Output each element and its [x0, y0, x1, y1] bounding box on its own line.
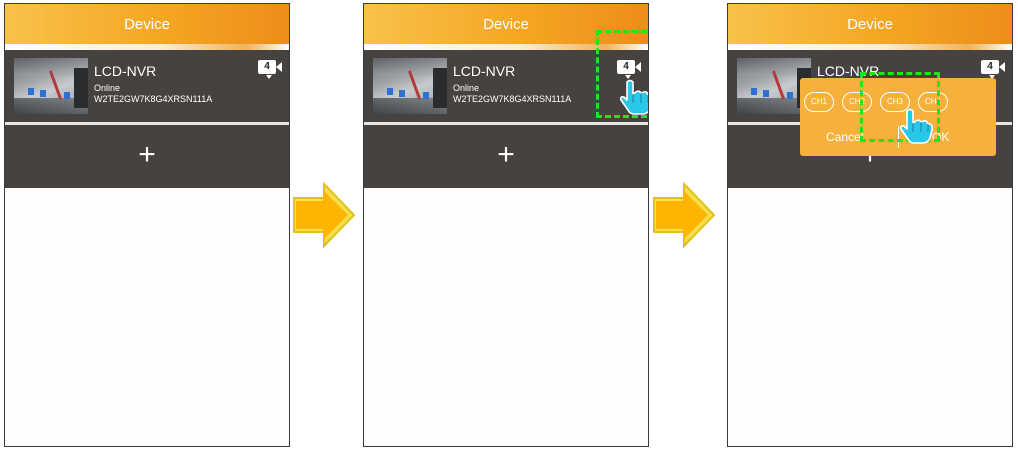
audio-speaker-icon	[276, 62, 282, 72]
device-thumbnail	[14, 58, 88, 114]
app-header: Device	[5, 4, 289, 44]
audio-speaker-icon	[999, 62, 1005, 72]
device-serial: W2TE2GW7K8G4XRSN111A	[94, 94, 213, 104]
caret-down-icon	[266, 75, 272, 79]
phone-screen-step-1: Device LCD-NVR Online W2TE2GW7K8G4XRSN11…	[4, 3, 290, 447]
add-device-button[interactable]: +	[5, 125, 289, 188]
phone-screen-step-2: Device LCD-NVR Online W2TE2GW7K8G4XRSN11…	[363, 3, 649, 447]
plus-icon: +	[138, 138, 156, 171]
cancel-button[interactable]: Cancel	[826, 130, 863, 144]
device-thumbnail	[373, 58, 447, 114]
header-title: Device	[124, 16, 170, 33]
channel-count-badge[interactable]: 4	[981, 60, 999, 74]
device-status: Online	[94, 83, 121, 93]
device-serial: W2TE2GW7K8G4XRSN111A	[453, 94, 572, 104]
add-device-button[interactable]: +	[364, 125, 648, 188]
step-arrow-icon	[293, 181, 356, 249]
plus-icon: +	[497, 138, 515, 171]
pointer-hand-icon	[620, 79, 648, 115]
app-header: Device	[728, 4, 1012, 44]
channel-option-ch1[interactable]: CH1	[804, 92, 834, 112]
channel-count-badge[interactable]: 4	[258, 60, 276, 74]
device-status: Online	[453, 83, 480, 93]
header-title: Device	[483, 16, 529, 33]
device-name: LCD-NVR	[94, 63, 157, 79]
step-arrow-icon	[653, 181, 716, 249]
header-title: Device	[847, 16, 893, 33]
phone-screen-step-3: Device LCD-NVR 4 + CH1 CH2 CH3 CH4 Cance…	[727, 3, 1013, 447]
device-list-item[interactable]: LCD-NVR Online W2TE2GW7K8G4XRSN111A 4	[5, 50, 289, 122]
pointer-hand-icon	[900, 108, 934, 144]
device-name: LCD-NVR	[453, 63, 516, 79]
